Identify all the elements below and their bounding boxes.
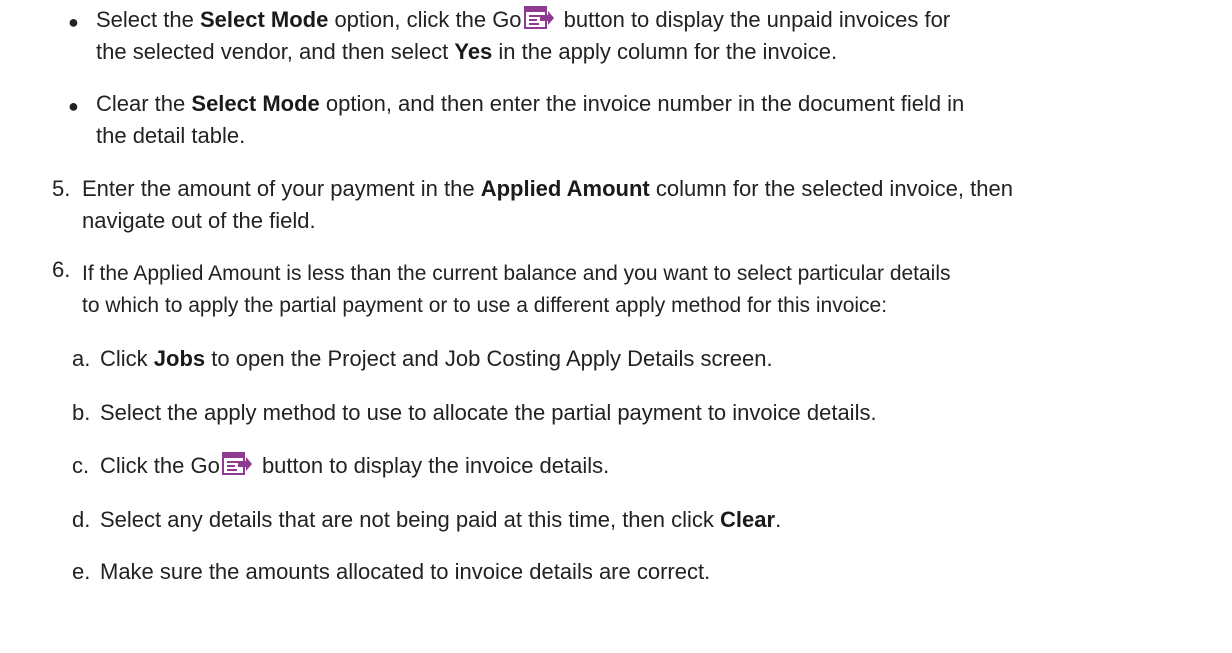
substep-b: Select the apply method to use to alloca… bbox=[100, 397, 877, 429]
text: Clear the bbox=[96, 91, 192, 116]
step-6-line-1: If the Applied Amount is less than the c… bbox=[82, 258, 951, 290]
substep-letter: d. bbox=[72, 507, 91, 532]
text: the selected vendor, and then select bbox=[96, 39, 455, 64]
substep-letter: c. bbox=[72, 453, 90, 478]
bold-term-yes: Yes bbox=[454, 39, 493, 64]
text: option, and then enter the invoice numbe… bbox=[319, 91, 965, 116]
step-5-line-2: navigate out of the field. bbox=[82, 205, 316, 237]
substep-d: Select any details that are not being pa… bbox=[100, 504, 781, 536]
substep-letter: a. bbox=[72, 346, 91, 371]
bold-term-select-mode: Select Mode bbox=[199, 7, 329, 32]
substep-a: Click Jobs to open the Project and Job C… bbox=[100, 343, 773, 375]
text: Select any details that are not being pa… bbox=[100, 507, 721, 532]
substep-letter: b. bbox=[72, 400, 91, 425]
bold-term-applied-amount: Applied Amount bbox=[480, 176, 650, 201]
text: to open the Project and Job Costing Appl… bbox=[205, 346, 773, 371]
bullet-2-line-2: the detail table. bbox=[96, 120, 245, 152]
text: column for the selected invoice, then bbox=[649, 176, 1013, 201]
text: to which to apply the partial payment or… bbox=[82, 294, 888, 317]
text: . bbox=[775, 507, 782, 532]
text: Click bbox=[100, 346, 154, 371]
substep-letter: e. bbox=[72, 559, 91, 584]
text: in the apply column for the invoice. bbox=[492, 39, 838, 64]
text: If the Applied Amount is less than the c… bbox=[82, 262, 951, 285]
go-icon bbox=[222, 452, 252, 476]
bold-term-select-mode: Select Mode bbox=[191, 91, 320, 116]
text: navigate out of the field. bbox=[82, 208, 316, 233]
step-6-line-2: to which to apply the partial payment or… bbox=[82, 290, 887, 322]
bullet-1-line-1: Select the Select Mode option, click the… bbox=[96, 4, 950, 36]
bullet-marker: ● bbox=[68, 12, 79, 32]
text: option, click the Go bbox=[328, 7, 522, 32]
text: Select the bbox=[96, 7, 200, 32]
go-icon bbox=[524, 6, 554, 30]
bullet-marker: ● bbox=[68, 96, 79, 116]
text: Select the apply method to use to alloca… bbox=[100, 400, 877, 425]
step-number: 6. bbox=[52, 257, 71, 282]
bullet-1-line-2: the selected vendor, and then select Yes… bbox=[96, 36, 837, 68]
bold-term-clear: Clear bbox=[720, 507, 776, 532]
bold-term-jobs: Jobs bbox=[153, 346, 206, 371]
step-5-line-1: Enter the amount of your payment in the … bbox=[82, 173, 1013, 205]
text: Enter the amount of your payment in the bbox=[82, 176, 481, 201]
substep-c: Click the Go button to display the invoi… bbox=[100, 450, 609, 482]
document: ● Select the Select Mode option, click t… bbox=[0, 0, 1232, 653]
text: button to display the unpaid invoices fo… bbox=[557, 7, 951, 32]
substep-e: Make sure the amounts allocated to invoi… bbox=[100, 556, 710, 588]
text: the detail table. bbox=[96, 123, 246, 148]
text: Click the Go bbox=[100, 453, 220, 478]
step-number: 5. bbox=[52, 176, 71, 201]
bullet-2-line-1: Clear the Select Mode option, and then e… bbox=[96, 88, 964, 120]
text: button to display the invoice details. bbox=[255, 453, 610, 478]
text: Make sure the amounts allocated to invoi… bbox=[100, 559, 711, 584]
